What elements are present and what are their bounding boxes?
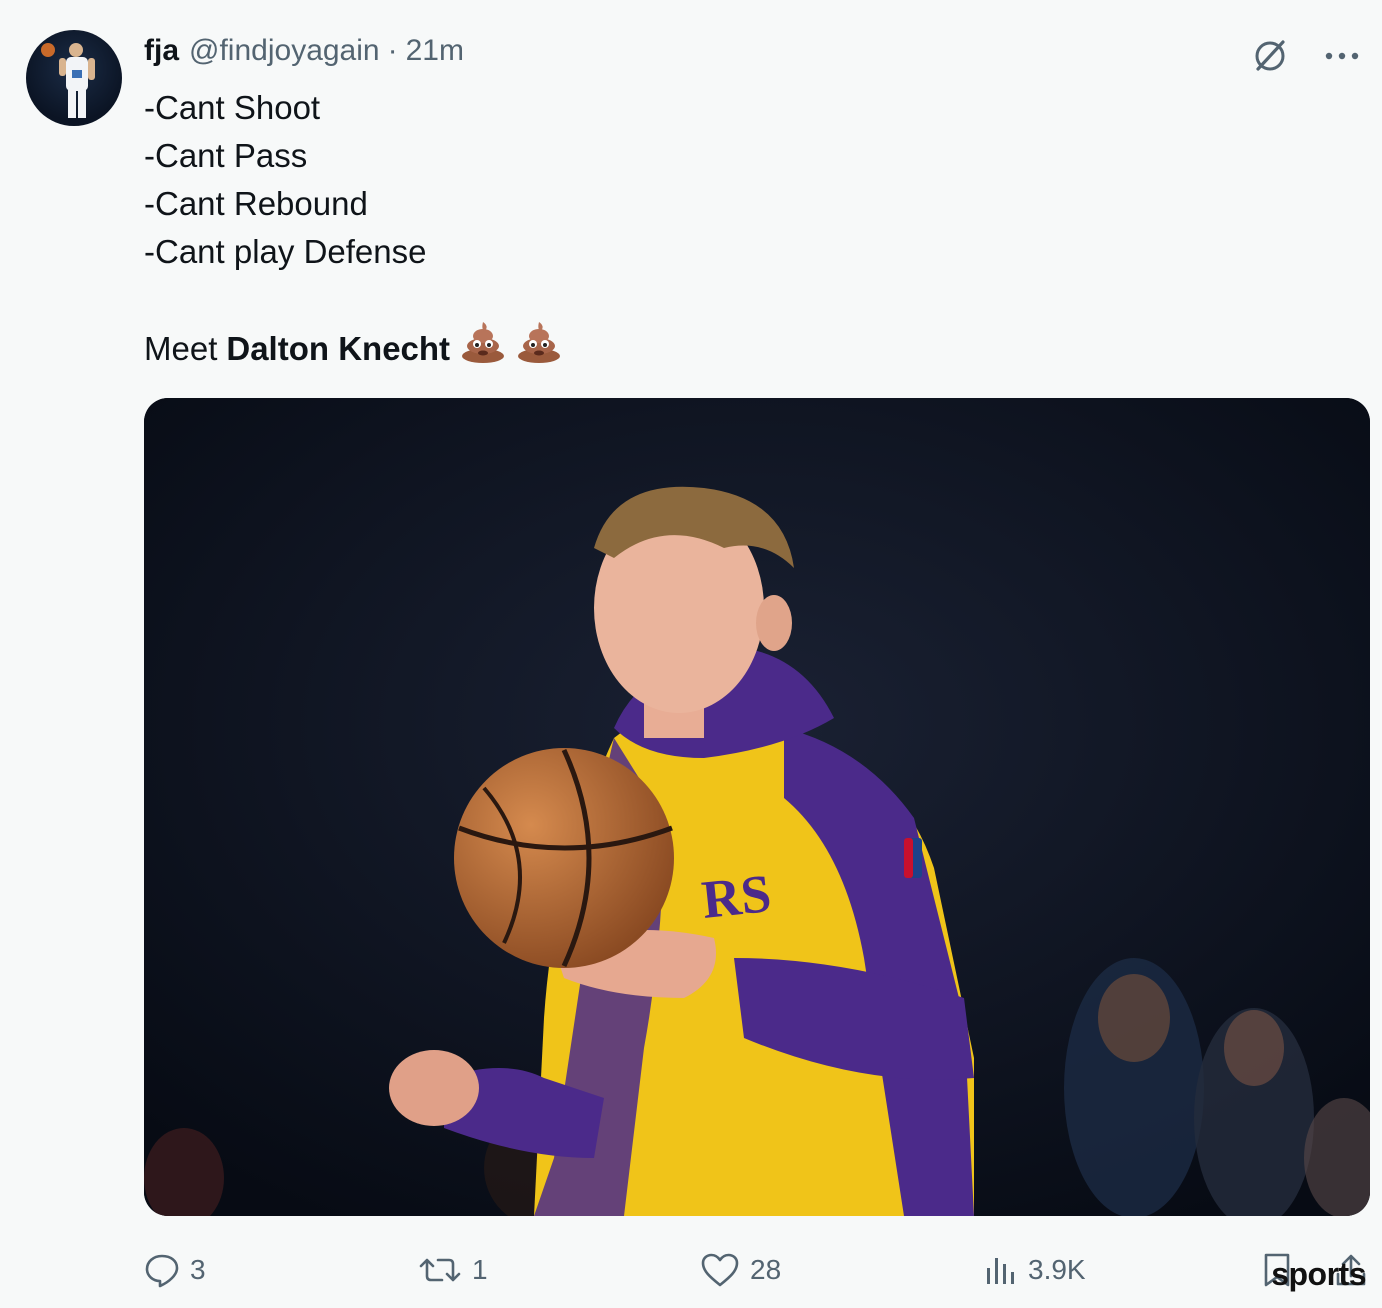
tweet-photo[interactable]: RS xyxy=(144,398,1370,1216)
tweet-line: -Cant Pass xyxy=(144,137,308,174)
grok-button[interactable] xyxy=(1248,34,1292,78)
more-icon xyxy=(1325,52,1359,60)
heart-icon xyxy=(701,1253,739,1287)
reply-count: 3 xyxy=(190,1254,206,1285)
avatar[interactable] xyxy=(26,30,122,126)
meet-prefix: Meet xyxy=(144,329,218,367)
retweet-button[interactable]: 1 xyxy=(418,1240,488,1300)
reply-icon xyxy=(145,1254,179,1288)
views-button[interactable]: 3.9K xyxy=(982,1240,1086,1300)
author-name[interactable]: fja xyxy=(144,34,179,68)
tweet-line: -Cant play Defense xyxy=(144,233,427,270)
top-actions xyxy=(1248,34,1364,78)
separator: · xyxy=(387,34,398,67)
tweet-text: -Cant Shoot -Cant Pass -Cant Rebound -Ca… xyxy=(144,84,426,276)
tweet-card[interactable]: fja @findjoyagain · 21m -Cant Shoot -Can… xyxy=(0,0,1382,1308)
avatar-image xyxy=(41,43,95,118)
basketball-player-photo: RS xyxy=(144,398,1370,1216)
tweet-header: fja @findjoyagain · 21m xyxy=(144,34,464,74)
views-count: 3.9K xyxy=(1028,1254,1086,1285)
pile-of-poo-icon xyxy=(460,320,506,377)
slashed-circle-icon xyxy=(1255,40,1285,71)
timestamp[interactable]: 21m xyxy=(406,34,464,68)
reply-button[interactable]: 3 xyxy=(144,1240,206,1300)
like-count: 28 xyxy=(750,1254,782,1285)
watermark: sports xyxy=(1271,1256,1366,1292)
author-handle[interactable]: @findjoyagain xyxy=(189,34,380,68)
retweet-icon xyxy=(419,1258,461,1282)
tweet-line: -Cant Shoot xyxy=(144,89,321,126)
pile-of-poo-icon xyxy=(516,320,562,377)
svg-text:RS: RS xyxy=(699,863,774,930)
views-icon xyxy=(987,1258,1014,1284)
tweet-meet-line: Meet Dalton Knecht xyxy=(144,320,562,377)
retweet-count: 1 xyxy=(472,1254,488,1285)
player-name: Dalton Knecht xyxy=(226,329,451,367)
tweet-actions: 3 1 28 3.9K xyxy=(0,1240,1382,1300)
more-button[interactable] xyxy=(1320,34,1364,78)
tweet-line: -Cant Rebound xyxy=(144,185,368,222)
like-button[interactable]: 28 xyxy=(700,1240,781,1300)
